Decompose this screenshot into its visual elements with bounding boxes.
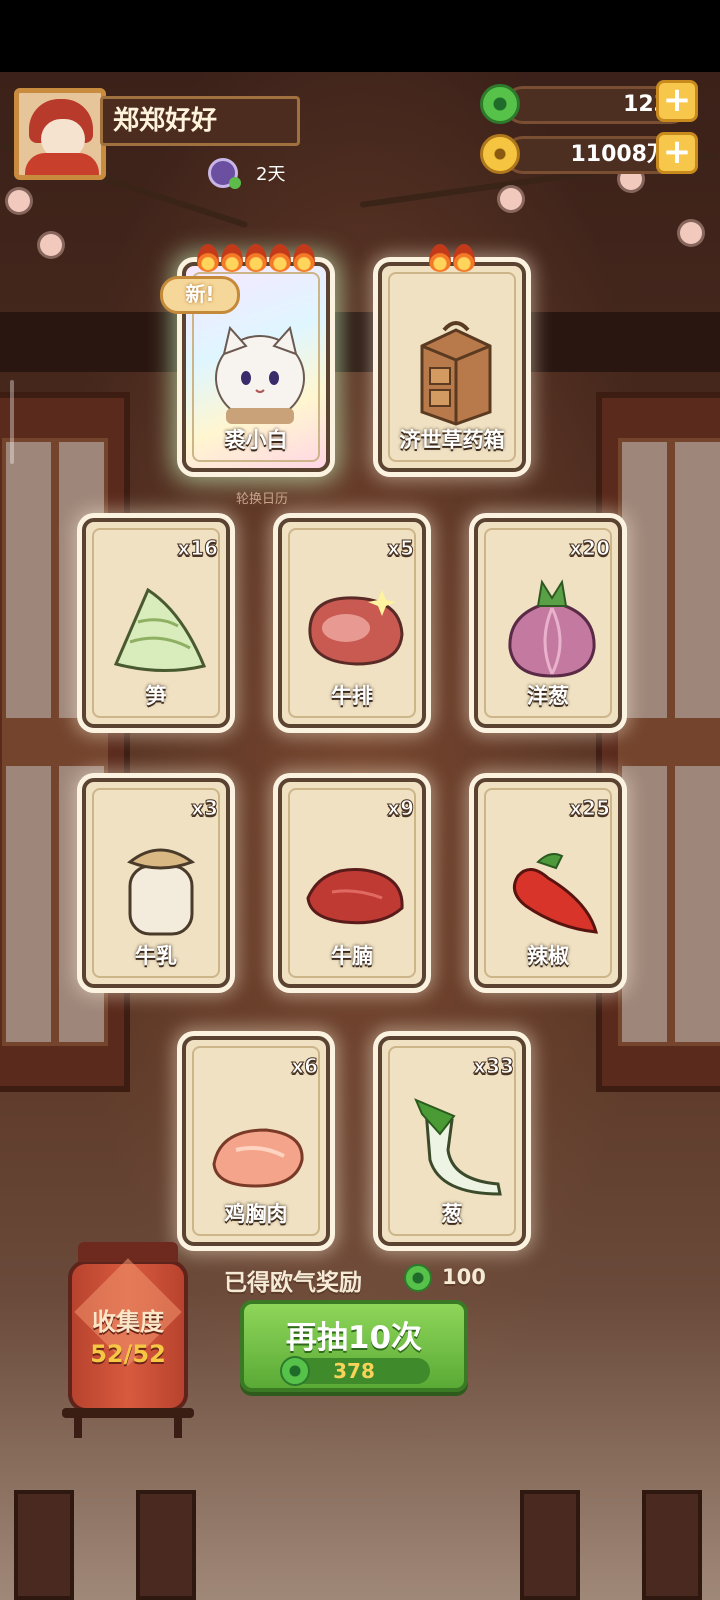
- reward-card[interactable]: x5 牛排: [278, 518, 426, 728]
- card-count: x6: [291, 1054, 319, 1079]
- card-label: 济世草药箱: [399, 428, 505, 452]
- card-label: 鸡胸肉: [224, 1202, 288, 1226]
- collection-label: 收集度: [92, 1308, 164, 1336]
- card-count: x3: [191, 796, 219, 821]
- rarity-flames: [382, 244, 522, 272]
- reward-card[interactable]: x25 辣椒: [474, 778, 622, 988]
- draw-again-button[interactable]: 再抽10次 378: [240, 1300, 468, 1392]
- card-count: x20: [569, 536, 611, 561]
- new-badge: 新!: [160, 276, 240, 314]
- add-coin-button[interactable]: +: [656, 132, 698, 174]
- railing-post: [136, 1490, 196, 1600]
- blossom: [500, 188, 522, 210]
- card-label: 葱: [441, 1202, 463, 1226]
- reward-card-featured[interactable]: 新! 裘小白: [160, 244, 330, 472]
- status-bar: [0, 0, 720, 72]
- steak-icon: [308, 590, 404, 666]
- jade-icon: [404, 1264, 432, 1292]
- reward-label: 已得欧气奖励: [224, 1270, 362, 1296]
- blossom: [40, 234, 62, 256]
- calendar-label: 轮换日历: [236, 492, 289, 507]
- reward-card-featured[interactable]: 济世草药箱: [378, 244, 526, 472]
- scroll-indicator: [10, 380, 14, 464]
- milk-jar-icon: [127, 848, 196, 936]
- card-label: 洋葱: [527, 684, 569, 708]
- chili-pepper-icon: [512, 853, 599, 934]
- card-label: 笋: [145, 684, 167, 708]
- draw-cost: 378: [333, 1359, 375, 1383]
- card-count: x25: [569, 796, 611, 821]
- card-count: x16: [177, 536, 219, 561]
- reward-card[interactable]: x9 牛腩: [278, 778, 426, 988]
- lantern-stand-legs: [74, 1418, 182, 1438]
- blossom: [680, 222, 702, 244]
- card-count: x5: [387, 536, 415, 561]
- railing-post: [642, 1490, 702, 1600]
- login-days: 2天: [256, 164, 286, 185]
- card-label: 辣椒: [527, 944, 569, 968]
- railing-post: [14, 1490, 74, 1600]
- player-avatar[interactable]: [14, 88, 106, 180]
- reward-card[interactable]: x16 笋: [82, 518, 230, 728]
- add-jade-button[interactable]: +: [656, 80, 698, 122]
- draw-button-label: 再抽10次: [285, 1320, 423, 1356]
- card-label: 牛乳: [135, 944, 177, 968]
- scallion-icon: [414, 1098, 502, 1196]
- blossom: [8, 190, 30, 212]
- reward-card[interactable]: x20 洋葱: [474, 518, 622, 728]
- onion-icon: [508, 579, 596, 678]
- coin-icon: [480, 134, 520, 174]
- card-count: x9: [387, 796, 415, 821]
- lantern-stand: [62, 1408, 194, 1418]
- card-label: 牛排: [331, 684, 373, 708]
- reward-card[interactable]: x3 牛乳: [82, 778, 230, 988]
- railing-post: [520, 1490, 580, 1600]
- login-days-icon: [208, 158, 241, 189]
- herb-medicine-box-icon: [420, 321, 492, 426]
- collection-lantern-button[interactable]: 收集度 52/52: [68, 1242, 188, 1412]
- card-label: 牛腩: [331, 944, 373, 968]
- card-label: 裘小白: [224, 428, 288, 452]
- beef-brisket-icon: [306, 868, 404, 925]
- white-cat-icon: [215, 325, 305, 424]
- jade-icon: [480, 84, 520, 124]
- rarity-flames: [186, 244, 326, 272]
- roof-beam: [0, 312, 720, 372]
- player-name: 郑郑好好: [100, 96, 300, 146]
- reward-card[interactable]: x33 葱: [378, 1036, 526, 1246]
- bamboo-shoot-icon: [113, 587, 207, 672]
- card-count: x33: [473, 1054, 515, 1079]
- reward-card[interactable]: x6 鸡胸肉: [182, 1036, 330, 1246]
- chicken-breast-icon: [212, 1128, 304, 1188]
- collection-progress: 52/52: [90, 1340, 166, 1368]
- reward-value: 100: [442, 1265, 486, 1289]
